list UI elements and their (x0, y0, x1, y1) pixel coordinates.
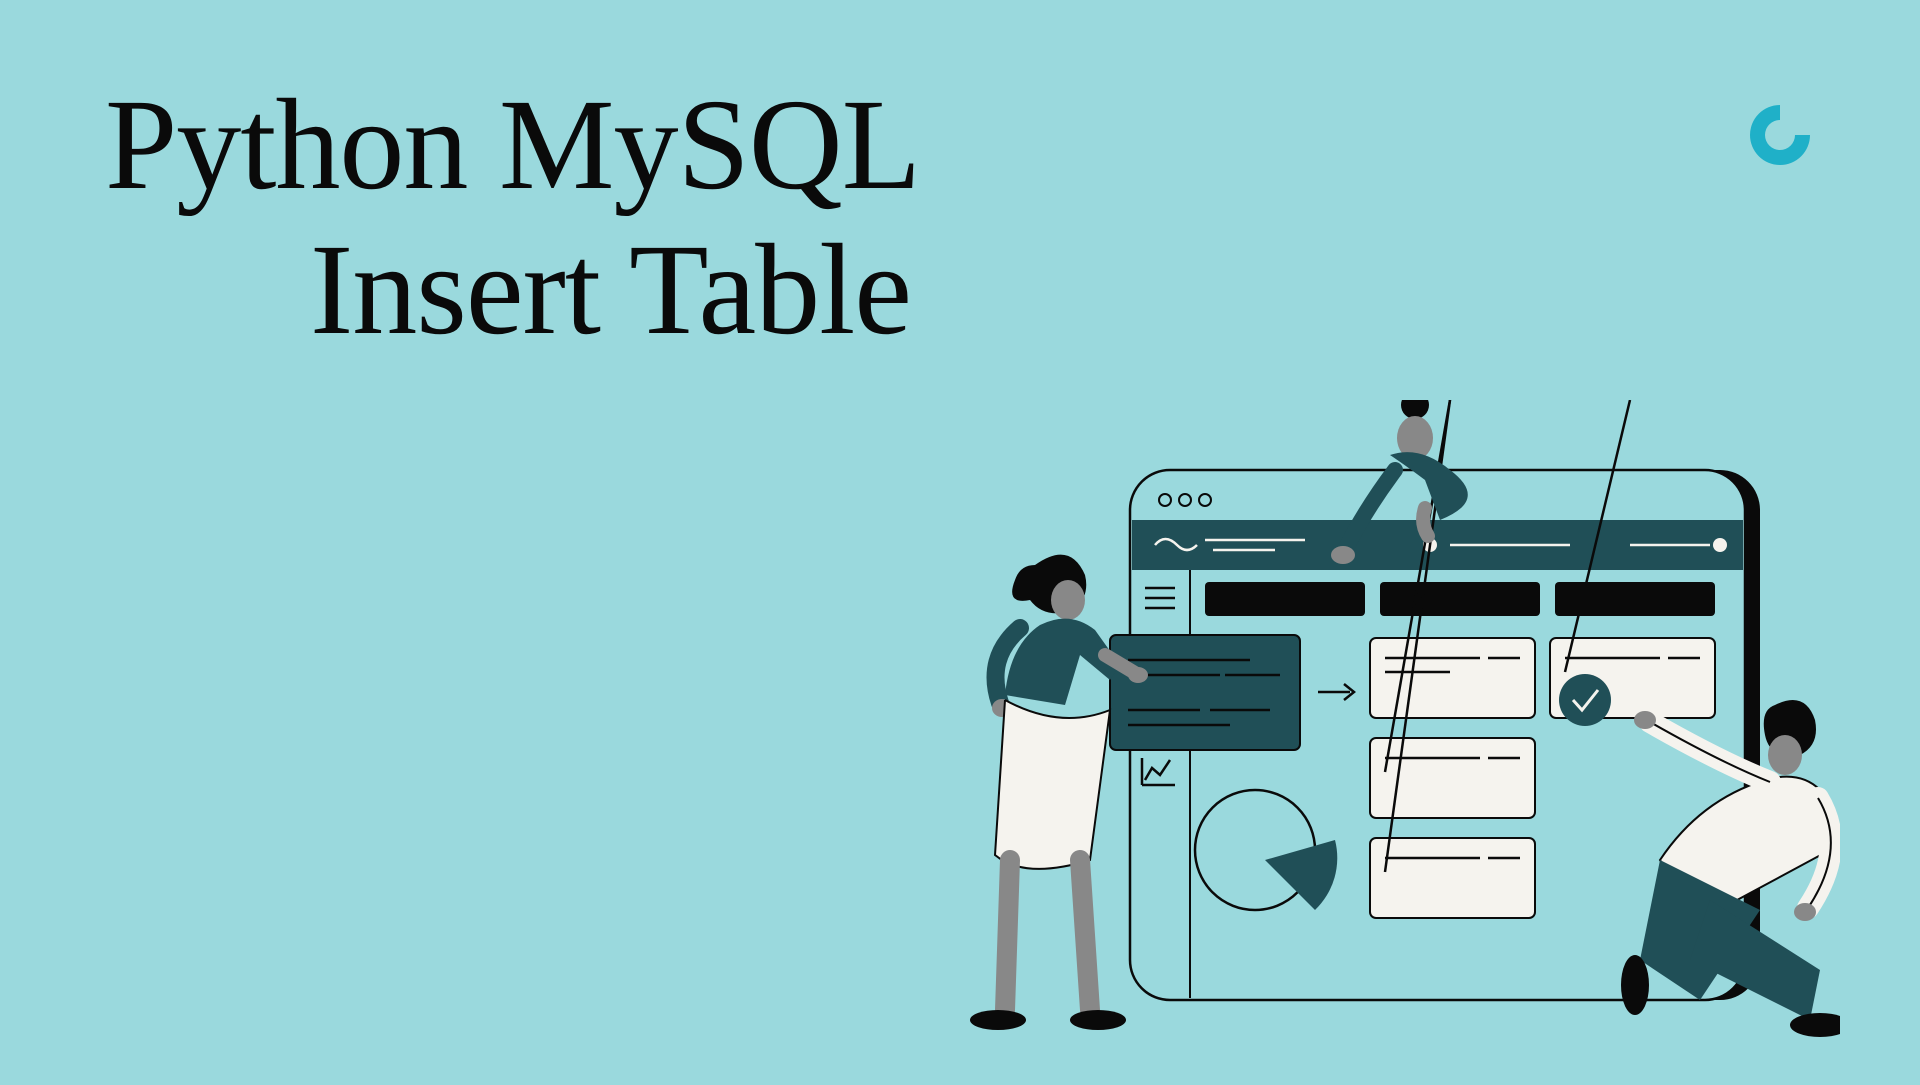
title-line-2: Insert Table (310, 215, 911, 365)
title-line-1: Python MySQL (105, 70, 920, 220)
brand-logo-icon (1745, 100, 1815, 175)
dashboard-illustration (920, 400, 1840, 1080)
